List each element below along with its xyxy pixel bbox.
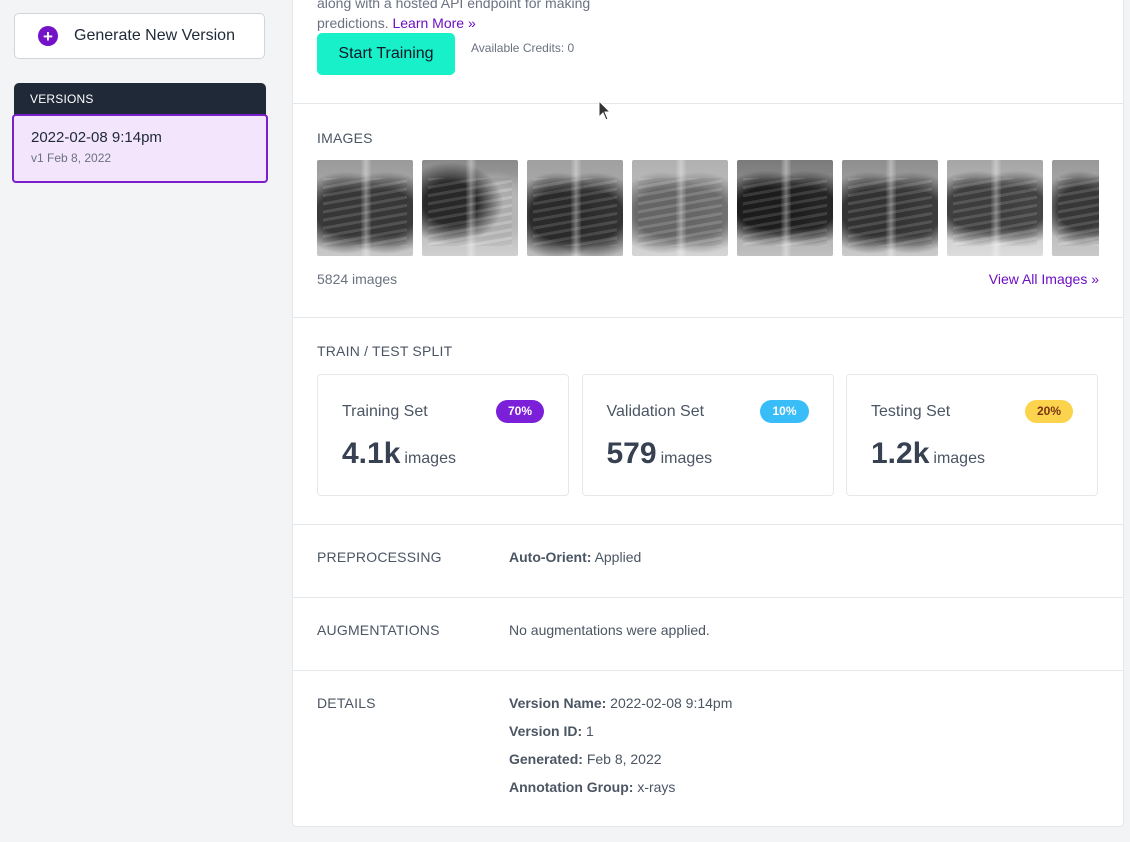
- detail-row: Version Name: 2022-02-08 9:14pm: [509, 695, 732, 723]
- available-credits: Available Credits: 0: [471, 41, 575, 55]
- version-detail-panel: along with a hosted API endpoint for mak…: [292, 0, 1124, 827]
- training-set-card: Training Set 70% 4.1k images: [317, 374, 569, 496]
- percent-badge: 70%: [495, 400, 544, 423]
- detail-value: x-rays: [637, 779, 676, 795]
- augmentations-heading: AUGMENTATIONS: [317, 622, 440, 638]
- xray-thumbnail[interactable]: [736, 160, 833, 256]
- split-heading: TRAIN / TEST SPLIT: [317, 343, 453, 359]
- training-description: along with a hosted API endpoint for mak…: [317, 0, 647, 33]
- detail-row: Annotation Group: x-rays: [509, 779, 732, 807]
- augmentations-section: AUGMENTATIONS No augmentations were appl…: [293, 598, 1123, 671]
- description-line-2: predictions.: [317, 15, 389, 31]
- version-title: 2022-02-08 9:14pm: [31, 129, 162, 146]
- card-count: 4.1k images: [342, 437, 456, 471]
- card-title: Training Set: [342, 403, 428, 420]
- train-test-split-section: TRAIN / TEST SPLIT Training Set 70% 4.1k…: [293, 318, 1123, 525]
- xray-thumbnail[interactable]: [946, 160, 1043, 256]
- count-value: 579: [606, 437, 657, 470]
- xray-thumbnail[interactable]: [317, 160, 413, 256]
- testing-set-card: Testing Set 20% 1.2k images: [846, 374, 1098, 496]
- detail-key: Version Name:: [509, 695, 607, 711]
- plus-circle-icon: +: [38, 26, 58, 46]
- versions-heading: VERSIONS: [14, 83, 266, 115]
- training-section: along with a hosted API endpoint for mak…: [293, 0, 1123, 104]
- xray-thumbnail[interactable]: [631, 160, 728, 256]
- mouse-pointer-icon: [598, 100, 612, 121]
- preprocessing-value: Auto-Orient: Applied: [509, 549, 641, 565]
- images-heading: IMAGES: [317, 130, 373, 146]
- detail-key: Version ID:: [509, 723, 583, 739]
- detail-row: Version ID: 1: [509, 723, 732, 751]
- xray-thumbnail[interactable]: [421, 160, 518, 256]
- image-count: 5824 images: [317, 271, 398, 287]
- version-subtitle: v1 Feb 8, 2022: [31, 151, 112, 165]
- details-heading: DETAILS: [317, 695, 376, 711]
- preprocessing-key: Auto-Orient:: [509, 549, 592, 565]
- xray-thumbnail[interactable]: [526, 160, 623, 256]
- image-thumbnail-strip: [317, 160, 1099, 256]
- xray-thumbnail[interactable]: [1051, 160, 1099, 256]
- view-all-images-link[interactable]: View All Images »: [989, 271, 1099, 287]
- version-list-item[interactable]: 2022-02-08 9:14pm v1 Feb 8, 2022: [12, 114, 268, 183]
- detail-key: Annotation Group:: [509, 779, 634, 795]
- detail-row: Generated: Feb 8, 2022: [509, 751, 732, 779]
- percent-badge: 20%: [1024, 400, 1073, 423]
- count-value: 4.1k: [342, 437, 401, 470]
- count-unit: images: [404, 450, 456, 467]
- preprocessing-section: PREPROCESSING Auto-Orient: Applied: [293, 525, 1123, 598]
- count-value: 1.2k: [871, 437, 930, 470]
- card-count: 1.2k images: [871, 437, 985, 471]
- learn-more-link[interactable]: Learn More »: [392, 15, 475, 31]
- generate-new-version-label: Generate New Version: [74, 27, 235, 44]
- card-count: 579 images: [607, 437, 713, 471]
- xray-thumbnail[interactable]: [841, 160, 938, 256]
- images-section: IMAGES 5824 images View All Images »: [293, 104, 1123, 318]
- count-unit: images: [660, 450, 713, 467]
- preprocessing-setting: Applied: [594, 549, 642, 565]
- start-training-button[interactable]: Start Training: [317, 33, 455, 75]
- detail-value: Feb 8, 2022: [586, 751, 662, 767]
- augmentations-value: No augmentations were applied.: [509, 622, 710, 638]
- detail-value: 1: [586, 723, 594, 739]
- generate-new-version-button[interactable]: + Generate New Version: [14, 13, 265, 59]
- card-title: Testing Set: [871, 403, 951, 420]
- card-title: Validation Set: [606, 403, 705, 420]
- detail-key: Generated:: [509, 751, 583, 767]
- count-unit: images: [933, 450, 985, 467]
- percent-badge: 10%: [760, 400, 809, 423]
- validation-set-card: Validation Set 10% 579 images: [581, 374, 834, 496]
- preprocessing-heading: PREPROCESSING: [317, 549, 442, 565]
- details-section: DETAILS Version Name: 2022-02-08 9:14pm …: [293, 671, 1123, 826]
- description-line-1: along with a hosted API endpoint for mak…: [317, 0, 591, 11]
- detail-value: 2022-02-08 9:14pm: [610, 695, 733, 711]
- details-list: Version Name: 2022-02-08 9:14pm Version …: [509, 695, 732, 807]
